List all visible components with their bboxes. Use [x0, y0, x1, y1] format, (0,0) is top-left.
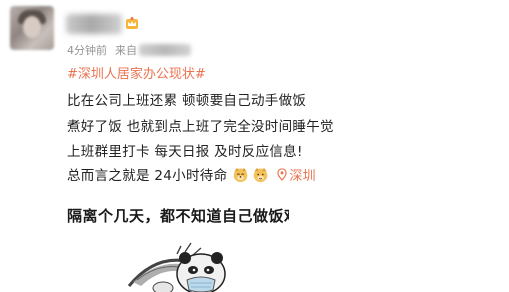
location-link[interactable]: 深圳	[277, 165, 316, 184]
location-pin-icon	[277, 167, 288, 181]
panda-meme-drawing	[127, 242, 226, 292]
dog-face-emoji-icon	[254, 167, 268, 182]
post-text-line-4-text: 总而言之就是 24小时待命	[67, 168, 228, 184]
post-text-line-4: 总而言之就是 24小时待命 深圳	[67, 164, 316, 184]
post-source-blurred[interactable]	[139, 44, 191, 56]
post-text-line-3: 上班群里打卡 每天日报 及时反应信息!	[67, 144, 303, 160]
user-avatar[interactable]	[10, 6, 54, 50]
username-blurred[interactable]	[66, 14, 122, 34]
image-caption-text: 隔离个几天，都不知道自己做饭难	[67, 207, 289, 225]
dog-face-emoji-icon	[234, 167, 248, 182]
topic-hashtag-link[interactable]: #深圳人居家办公现状#	[67, 63, 206, 82]
post-text-line-1: 比在公司上班还累 顿顿要自己动手做饭	[67, 93, 307, 109]
post-timestamp[interactable]: 4分钟前	[67, 42, 107, 58]
crown-badge-icon	[126, 17, 138, 29]
post-source-label: 来自	[115, 44, 137, 57]
post-text-line-2: 煮好了饭 也就到点上班了完全没时间睡午觉	[67, 119, 334, 135]
location-label: 深圳	[289, 168, 316, 184]
post-meta: 4分钟前 来自	[67, 42, 191, 58]
post-image[interactable]: 隔离个几天，都不知道自己做饭难	[67, 192, 289, 292]
